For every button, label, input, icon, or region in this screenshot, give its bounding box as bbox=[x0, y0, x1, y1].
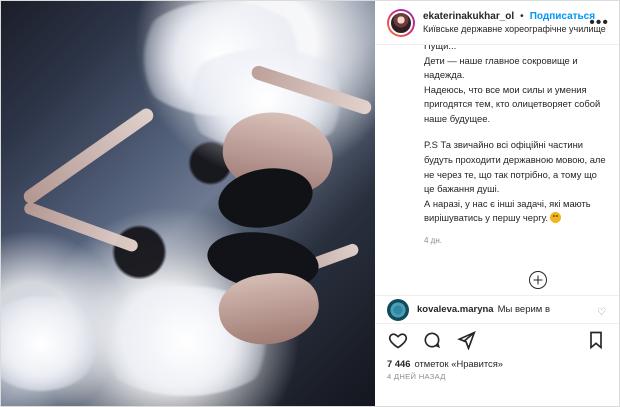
header-text: ekaterinakukhar_ol • Подписаться Київськ… bbox=[423, 11, 609, 34]
post-date: 4 ДНЕЙ НАЗАД bbox=[387, 372, 446, 381]
caption-line: P.S Та звичайно всі офіційні частини буд… bbox=[424, 139, 606, 195]
smile-icon bbox=[550, 212, 562, 224]
caption-cut-line: Пущи... bbox=[424, 45, 457, 51]
caption-line: Надеюсь, что все мои силы и умения приго… bbox=[424, 83, 601, 124]
post-sidebar: ekaterinakukhar_ol • Подписаться Київськ… bbox=[375, 1, 619, 406]
likes-count: 7 446 bbox=[387, 358, 411, 369]
caption-area: Пущи... Дети — наше главное сокровище и … bbox=[375, 45, 619, 295]
heart-icon[interactable] bbox=[387, 329, 409, 351]
profile-avatar[interactable] bbox=[387, 8, 415, 37]
likes-row[interactable]: 7 446 отметок «Нравится» bbox=[375, 355, 619, 372]
share-icon[interactable] bbox=[455, 329, 477, 351]
comment-icon[interactable] bbox=[421, 329, 443, 351]
commenter-avatar[interactable] bbox=[387, 298, 409, 321]
follow-button[interactable]: Подписаться bbox=[530, 11, 595, 22]
caption-line-text: А наразі, у нас є інші задачі, які мають… bbox=[424, 197, 591, 224]
location-link[interactable]: Київське державне хореографічне училище bbox=[423, 24, 609, 34]
post-actions bbox=[375, 323, 619, 355]
caption-gap bbox=[424, 126, 607, 138]
more-icon[interactable]: ••• bbox=[589, 14, 609, 32]
arm-shape bbox=[22, 200, 140, 254]
post-photo[interactable] bbox=[1, 1, 375, 406]
caption-line: А наразі, у нас є інші задачі, які мають… bbox=[424, 197, 607, 226]
header-topline: ekaterinakukhar_ol • Подписаться bbox=[423, 11, 609, 22]
plus-circle-icon[interactable] bbox=[529, 271, 547, 290]
comment-row: kovaleva.maryna Мы верим в ♡ bbox=[375, 295, 619, 323]
instagram-post: ekaterinakukhar_ol • Подписаться Київськ… bbox=[0, 0, 620, 407]
commenter-username[interactable]: kovaleva.maryna bbox=[417, 304, 494, 315]
likes-text: отметок «Нравится» bbox=[414, 358, 504, 369]
comment-text: Мы верим в bbox=[497, 304, 551, 315]
bookmark-icon[interactable] bbox=[585, 329, 607, 351]
post-header: ekaterinakukhar_ol • Подписаться Київськ… bbox=[375, 1, 619, 45]
feather-bottom-left bbox=[1, 296, 101, 391]
separator-dot: • bbox=[520, 11, 524, 22]
heart-icon[interactable]: ♡ bbox=[597, 307, 606, 318]
arm-shape bbox=[21, 105, 156, 207]
avatar-image bbox=[389, 10, 413, 35]
caption-line: Дети — наше главное сокровище и надежда. bbox=[424, 54, 578, 81]
caption-time: 4 дн. bbox=[424, 235, 442, 245]
username-link[interactable]: ekaterinakukhar_ol bbox=[423, 11, 514, 22]
